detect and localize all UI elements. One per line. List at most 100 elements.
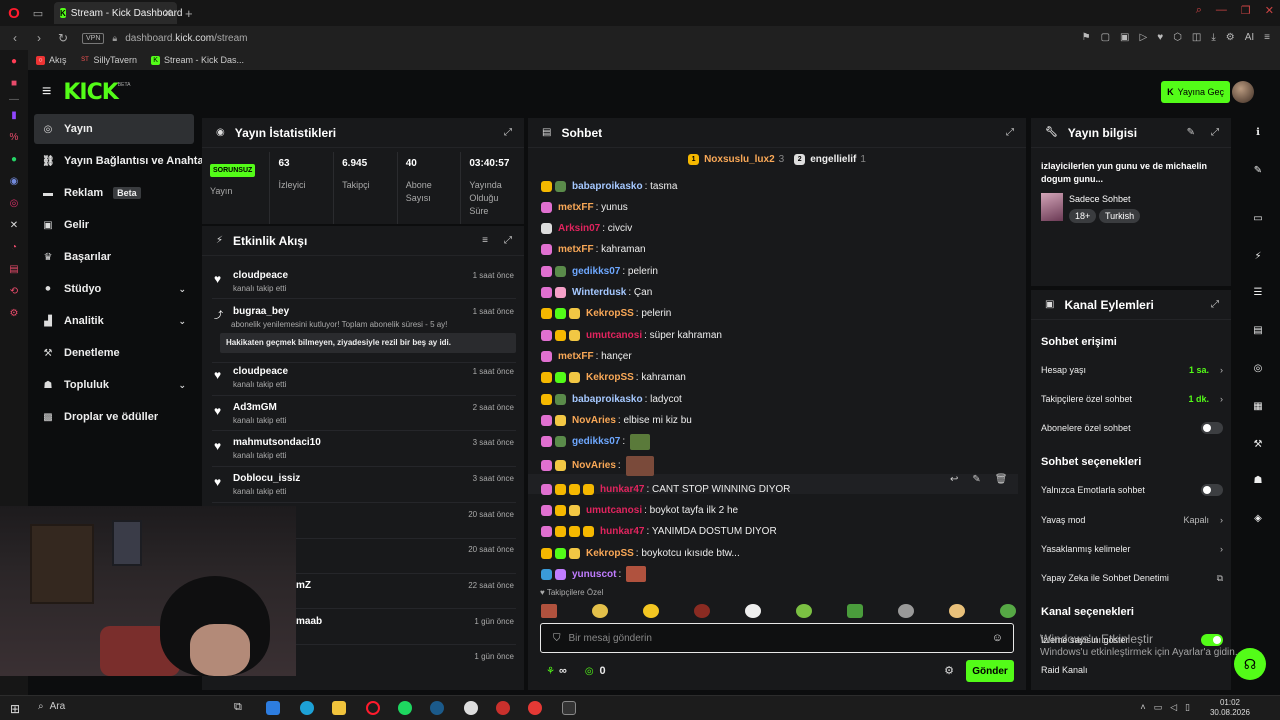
maximize-icon[interactable]: ❐: [1241, 4, 1251, 17]
close-icon[interactable]: ✕: [1265, 4, 1274, 17]
new-tab-icon[interactable]: +: [185, 6, 193, 21]
activity-user[interactable]: Doblocu_issiz: [233, 473, 300, 484]
chat-message[interactable]: yunuscot:: [541, 565, 647, 583]
chat-username[interactable]: babaproikasko: [572, 394, 643, 405]
activity-user[interactable]: mZ: [296, 580, 311, 591]
edit-icon[interactable]: ✎: [1187, 127, 1195, 138]
opera-sidebar-percent-icon[interactable]: %: [0, 126, 28, 148]
chat-username[interactable]: metxFF: [558, 244, 594, 255]
menu-icon[interactable]: ≡: [1264, 32, 1270, 43]
sidebar-item-studio[interactable]: ⚫ Stüdyo ⌄: [34, 274, 194, 304]
filter-icon[interactable]: ≡: [482, 235, 488, 246]
chat-message[interactable]: KekropSS: pelerin: [541, 305, 671, 323]
search-icon[interactable]: ⌕: [1196, 4, 1202, 17]
expand-icon[interactable]: ⤢: [1211, 127, 1219, 138]
download-icon[interactable]: ⤓: [1211, 32, 1215, 43]
bookmark-icon[interactable]: ⚑: [1082, 32, 1091, 43]
taskbar-search[interactable]: ⌕ Ara: [38, 701, 65, 712]
task-view-icon[interactable]: ⧉: [234, 701, 248, 715]
chat-message[interactable]: gedikks07: pelerin: [541, 262, 658, 280]
chat-message[interactable]: KekropSS: kahraman: [541, 369, 686, 387]
followers-chat-row[interactable]: Takipçilere özel sohbet 1 dk. ›: [1041, 392, 1225, 406]
shield-icon[interactable]: ⛉: [553, 633, 561, 644]
chat-username[interactable]: umutcanosi: [586, 330, 642, 341]
chat-username[interactable]: KekropSS: [586, 372, 634, 383]
back-icon[interactable]: ‹: [6, 31, 24, 45]
chat-message[interactable]: Arksin07: civciv: [541, 220, 632, 238]
flow-icon[interactable]: ⟲: [0, 280, 28, 302]
emote-icon[interactable]: [847, 604, 863, 618]
activity-user[interactable]: mahmutsondaci10: [233, 437, 321, 448]
volume-icon[interactable]: ◁: [1170, 702, 1177, 713]
bolt-icon[interactable]: ⚡: [1250, 248, 1266, 264]
play-icon[interactable]: ▷: [1139, 32, 1147, 43]
chat-message[interactable]: babaproikasko: ladycot: [541, 390, 682, 408]
activity-user[interactable]: cloudpeace: [233, 366, 288, 377]
sidebar-item-community[interactable]: ☗ Topluluk ⌄: [34, 370, 194, 400]
spotify-icon[interactable]: [398, 701, 412, 715]
raid-row[interactable]: Raid Kanalı: [1041, 663, 1225, 677]
activity-user[interactable]: cloudpeace: [233, 270, 288, 281]
lock-icon[interactable]: 🔒︎: [112, 33, 117, 44]
sidebar-item-stream[interactable]: ◎ Yayın: [34, 114, 194, 144]
epic-games-icon[interactable]: [562, 701, 576, 715]
instagram-icon[interactable]: ◎: [0, 192, 28, 214]
windows-start-icon[interactable]: ⊞: [10, 702, 20, 716]
bookmark-kick-stream[interactable]: K Stream - Kick Das...: [151, 55, 244, 65]
expand-icon[interactable]: ⤢: [1211, 299, 1219, 310]
app-icon[interactable]: [266, 701, 280, 715]
sidebar-item-stream-key[interactable]: ⛓ Yayın Bağlantısı ve Anahtar: [34, 146, 208, 176]
chat-settings-icon[interactable]: ⚙: [944, 664, 954, 677]
info-icon[interactable]: ℹ: [1250, 124, 1266, 140]
history-icon[interactable]: ◔: [0, 236, 28, 258]
chat-message-input[interactable]: [568, 632, 969, 644]
emote-icon[interactable]: [694, 604, 710, 618]
chat-message[interactable]: umutcanosi: süper kahraman: [541, 326, 722, 344]
steam-icon[interactable]: [430, 701, 444, 715]
chat-username[interactable]: babaproikasko: [572, 181, 643, 192]
sidebar-item-analytics[interactable]: ▟ Analitik ⌄: [34, 306, 194, 336]
emote-icon[interactable]: [541, 604, 557, 618]
heart-icon[interactable]: ♥: [1157, 32, 1163, 43]
kick-logo[interactable]: KICK: [63, 80, 118, 105]
chat-message[interactable]: gedikks07:: [541, 433, 651, 451]
easy-setup-icon[interactable]: ⚙: [1226, 32, 1235, 43]
discord-icon[interactable]: ◉: [0, 170, 28, 192]
emote-icon[interactable]: [592, 604, 608, 618]
chat-username[interactable]: hunkar47: [600, 484, 644, 495]
list-icon[interactable]: ☰: [1250, 284, 1266, 300]
minimize-icon[interactable]: —: [1216, 4, 1227, 17]
sidebar-item-achievements[interactable]: ♛ Başarılar: [34, 242, 194, 272]
chat-username[interactable]: NovAries: [572, 415, 616, 426]
pinned-user[interactable]: Noxsuslu_lux2: [704, 154, 775, 165]
emote-icon[interactable]: [796, 604, 812, 618]
chat-message[interactable]: umutcanosi: boykot tayfa ilk 2 he: [541, 502, 738, 520]
chat-username[interactable]: NovAries: [572, 460, 616, 471]
help-chat-button[interactable]: ☊: [1234, 648, 1266, 680]
emote-icon[interactable]: [643, 604, 659, 618]
emoji-picker-icon[interactable]: ☺: [992, 632, 1003, 644]
chat-message[interactable]: NovAries: elbise mi kiz bu: [541, 411, 692, 429]
activity-user[interactable]: Ad3mGM: [233, 402, 277, 413]
emote-icon[interactable]: [1000, 604, 1016, 618]
ai-button[interactable]: AI: [1245, 32, 1254, 43]
x-icon[interactable]: ✕: [0, 214, 28, 236]
avatar[interactable]: [1232, 81, 1254, 103]
wrench-icon[interactable]: ⚒: [1250, 436, 1266, 452]
activity-user[interactable]: maab: [296, 616, 322, 627]
calendar-icon[interactable]: ▦: [1250, 398, 1266, 414]
obs-icon[interactable]: [464, 701, 478, 715]
app-icon[interactable]: [528, 701, 542, 715]
subs-chat-toggle[interactable]: [1201, 422, 1223, 434]
pinboard-icon[interactable]: ▤: [0, 258, 28, 280]
go-live-button[interactable]: K Yayına Geç: [1161, 81, 1230, 103]
activity-user[interactable]: bugraa_bey: [233, 306, 289, 317]
reply-icon[interactable]: ↩: [950, 474, 958, 485]
chat-message[interactable]: metxFF: hançer: [541, 347, 632, 365]
chat-username[interactable]: gedikks07: [572, 436, 620, 447]
chat-username[interactable]: metxFF: [558, 202, 594, 213]
emote-icon[interactable]: [949, 604, 965, 618]
reload-icon[interactable]: ↻: [54, 31, 72, 45]
extensions-icon[interactable]: ⬡: [1173, 32, 1182, 43]
chat-message[interactable]: metxFF: kahraman: [541, 241, 646, 259]
